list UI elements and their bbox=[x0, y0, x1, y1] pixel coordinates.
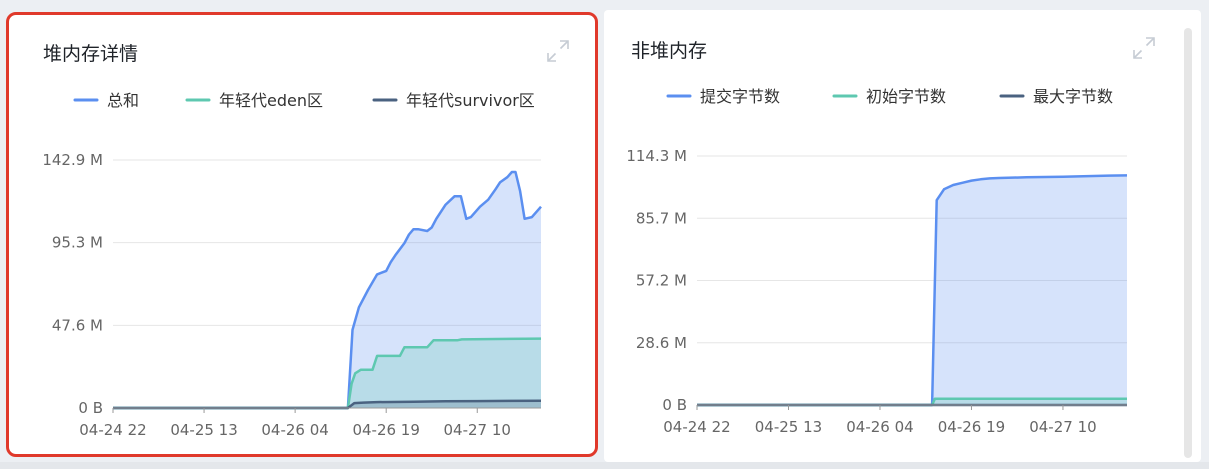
y-tick-label: 0 B bbox=[662, 396, 687, 414]
y-tick-label: 0 B bbox=[78, 399, 103, 417]
legend-item[interactable]: 最大字节数 bbox=[999, 87, 1113, 106]
heap-memory-chart: 总和 年轻代eden区 年轻代survivor区 0 B 47.6 M 95.3 M 142… bbox=[42, 91, 542, 439]
legend-item[interactable]: 提交字节数 bbox=[666, 87, 780, 106]
legend-label: 提交字节数 bbox=[700, 87, 780, 106]
legend-label: 年轻代survivor区 bbox=[406, 91, 535, 110]
legend-item[interactable]: 初始字节数 bbox=[832, 87, 946, 106]
series-area bbox=[113, 338, 541, 408]
chart-legend: 提交字节数 初始字节数 最大字节数 bbox=[666, 87, 1113, 106]
bottom-divider bbox=[0, 462, 1209, 469]
x-tick-label: 04-26 04 bbox=[261, 421, 328, 439]
y-tick-label: 85.7 M bbox=[636, 209, 687, 227]
x-tick-label: 04-27 10 bbox=[444, 421, 511, 439]
x-tick-label: 04-25 13 bbox=[170, 421, 237, 439]
y-tick-label: 28.6 M bbox=[636, 334, 687, 352]
legend-label: 初始字节数 bbox=[866, 87, 946, 106]
series-area bbox=[697, 175, 1127, 405]
y-tick-label: 57.2 M bbox=[636, 272, 687, 290]
legend-label: 总和 bbox=[107, 91, 139, 110]
legend-item[interactable]: 总和 bbox=[73, 91, 139, 110]
x-tick-label: 04-26 19 bbox=[352, 421, 419, 439]
x-tick-label: 04-27 10 bbox=[1029, 418, 1096, 436]
y-tick-label: 142.9 M bbox=[42, 151, 103, 169]
non-heap-memory-chart: 提交字节数 初始字节数 最大字节数 0 B 28.6 M 57.2 M 85.7 M 114.… bbox=[626, 87, 1128, 436]
legend-label: 年轻代eden区 bbox=[219, 91, 323, 110]
legend-label: 最大字节数 bbox=[1033, 87, 1113, 106]
legend-item[interactable]: 年轻代survivor区 bbox=[372, 91, 535, 110]
non-heap-memory-card: 非堆内存 提交字节数 初始字节数 最大字节数 0 B 28.6 M 57.2 M 85.7 … bbox=[604, 10, 1201, 462]
chart-legend: 总和 年轻代eden区 年轻代survivor区 bbox=[73, 91, 535, 110]
y-tick-label: 95.3 M bbox=[52, 234, 103, 252]
y-tick-label: 114.3 M bbox=[626, 147, 687, 165]
legend-item[interactable]: 年轻代eden区 bbox=[185, 91, 323, 110]
y-tick-label: 47.6 M bbox=[52, 316, 103, 334]
x-tick-label: 04-24 22 bbox=[79, 421, 146, 439]
x-tick-label: 04-24 22 bbox=[663, 418, 730, 436]
x-tick-label: 04-25 13 bbox=[755, 418, 822, 436]
scrollbar[interactable] bbox=[1184, 28, 1192, 458]
x-tick-label: 04-26 04 bbox=[846, 418, 913, 436]
x-tick-label: 04-26 19 bbox=[938, 418, 1005, 436]
heap-memory-card: 堆内存详情 总和 年轻代eden区 年轻代survivor区 0 B 47.6 M 95.… bbox=[6, 12, 598, 457]
